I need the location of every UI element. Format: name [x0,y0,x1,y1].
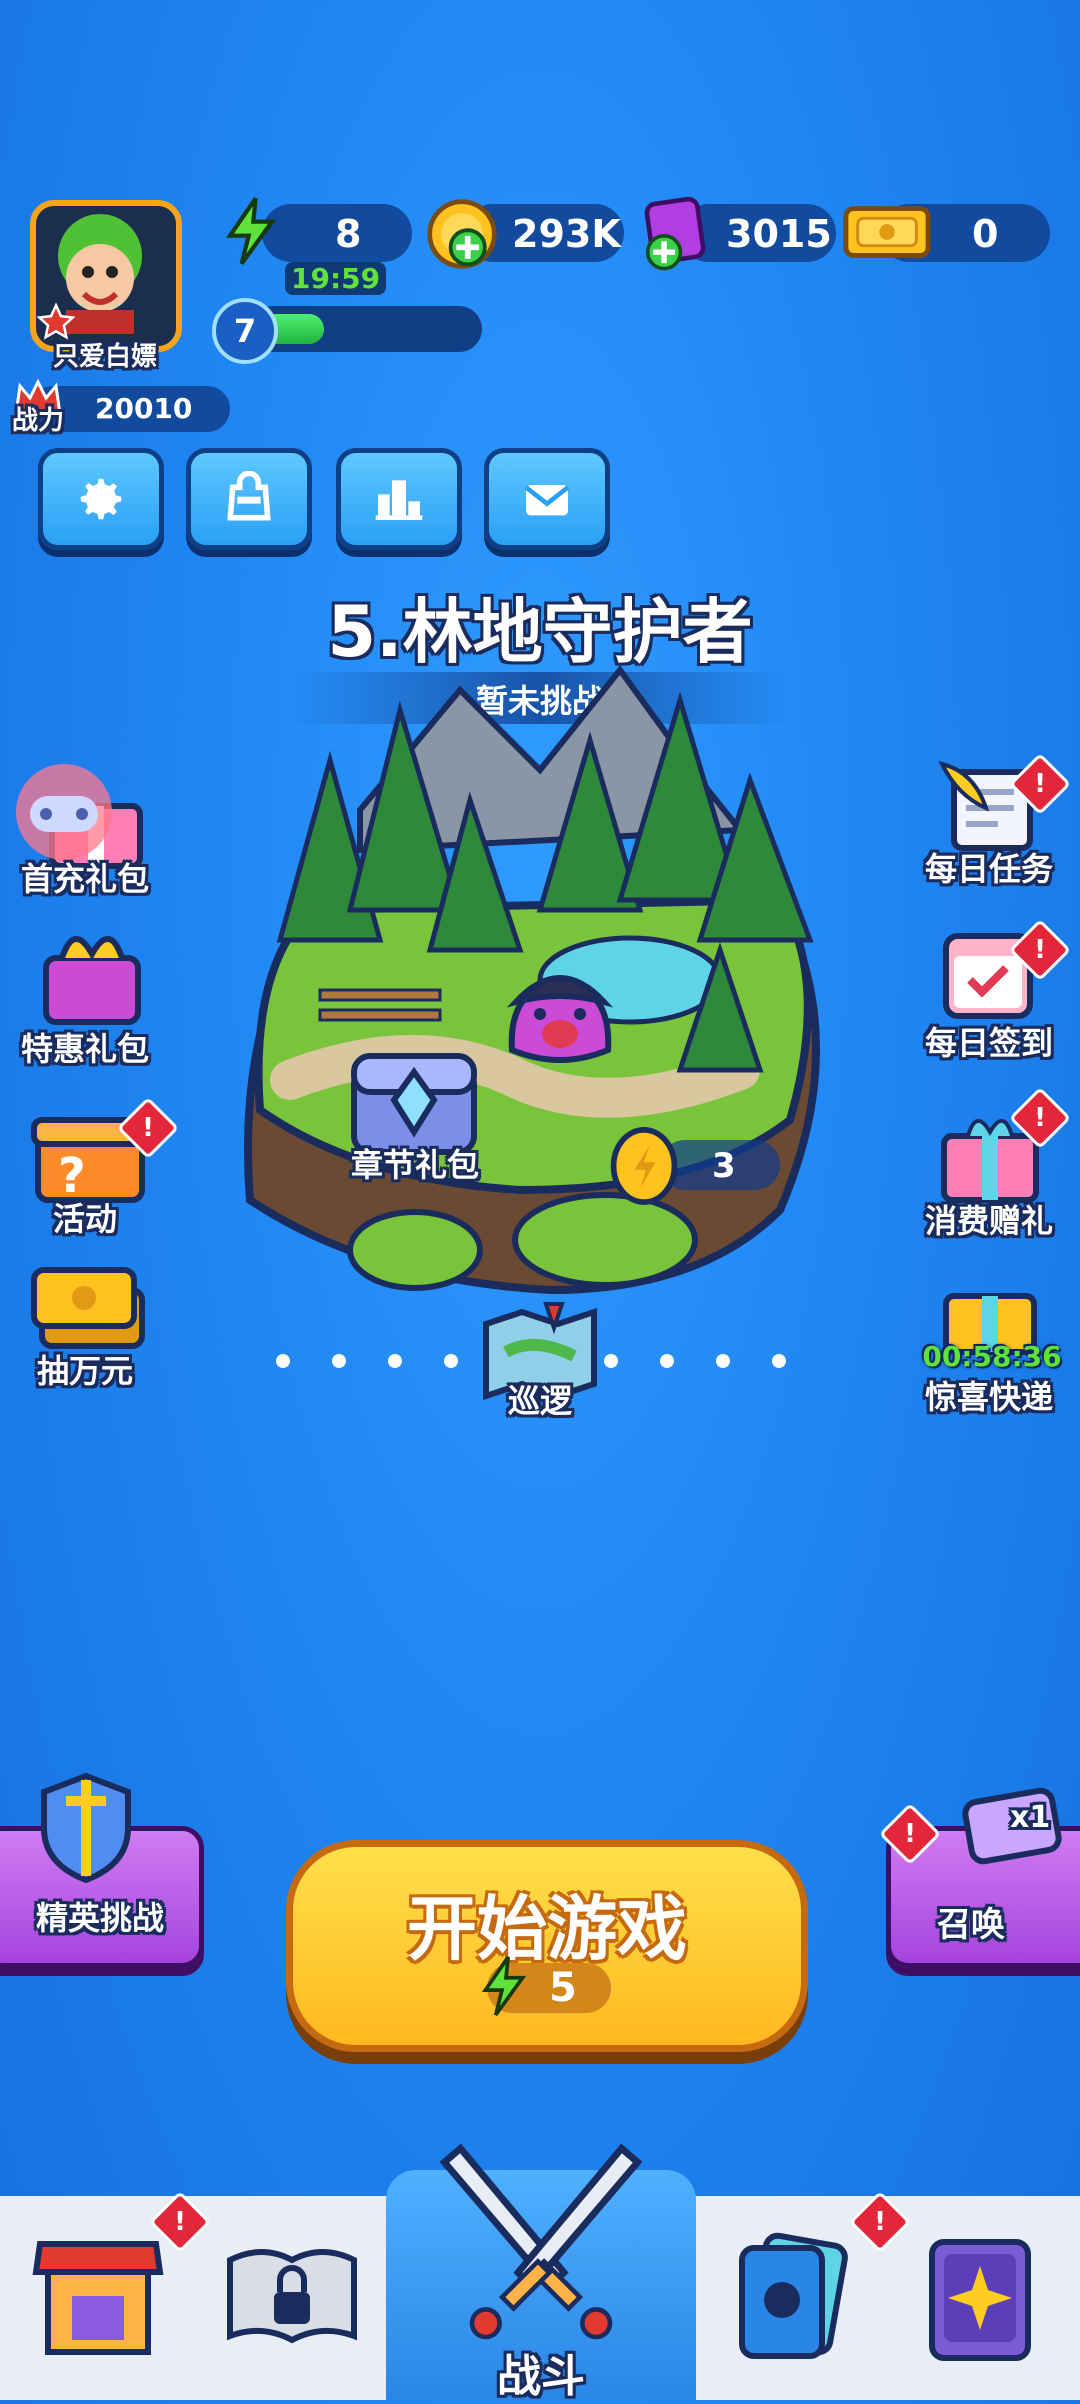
gear-icon [80,478,122,520]
start-game-button[interactable]: 开始游戏 5 [286,1840,808,2052]
ranking-button[interactable] [336,448,462,550]
elite-challenge-label: 精英挑战 [35,1899,164,1937]
slime-enemy-icon[interactable] [500,950,620,1080]
nav-locked-tab[interactable] [196,2196,386,2400]
lightning-icon [481,1956,527,2017]
lottery-label: 抽万元 [36,1352,133,1390]
power-value: 20010 [95,392,193,425]
ticket-icon [843,206,931,258]
energy-value: 8 [335,212,362,256]
stage-dot [444,1354,458,1368]
bag-button[interactable] [186,448,312,550]
stage-dot [276,1354,290,1368]
mail-button[interactable] [484,448,610,550]
stage-dot [716,1354,730,1368]
first-recharge-pack-label: 首充礼包 [20,860,149,898]
shop-icon [32,2241,164,2355]
stage-dot [772,1354,786,1368]
coin-value: 293K [512,212,621,256]
events-label: 活动 [52,1200,117,1238]
stage-dot [388,1354,402,1368]
mail-icon [524,485,570,516]
daily-tasks-label: 每日任务 [924,850,1053,888]
nav-battle-label: 战斗 [497,2351,585,2402]
ranking-icon [375,480,423,520]
lightning-icon [226,197,277,265]
summon-label: 召唤 [937,1905,1005,1945]
surprise-delivery-label: 惊喜快递 [924,1378,1053,1416]
special-offer-pack-button[interactable]: 特惠礼包 [0,918,170,1068]
crossed-swords-icon [439,2143,643,2340]
chapter-chest-label: 章节礼包 [350,1146,479,1184]
stage-dot [660,1354,674,1368]
ticket-value: 0 [972,212,999,256]
gem-value: 3015 [726,212,832,256]
start-cost-value: 5 [549,1965,577,2011]
surprise-delivery-timer: 00:58:36 [922,1340,1062,1373]
first-recharge-pack-button[interactable]: 首充礼包 [0,760,170,900]
gamepad-icon[interactable] [10,764,120,860]
shield-sword-icon [41,1772,131,1884]
nav-spellbook-tab[interactable] [892,2196,1080,2400]
daily-checkin-label: 每日签到 [924,1024,1053,1062]
summon-badge: x1 [1010,1800,1051,1835]
stage-dot [604,1354,618,1368]
spend-reward-label: 消费赠礼 [924,1202,1053,1240]
gold-coin-icon [610,1127,678,1205]
cards-icon [739,2232,848,2359]
special-offer-pack-label: 特惠礼包 [20,1030,149,1068]
gem-plus-icon[interactable] [638,194,712,274]
player-name: 只爱白嫖 [52,342,157,372]
locked-book-icon [227,2249,357,2344]
settings-button[interactable] [38,448,164,550]
spellbook-icon [929,2239,1031,2361]
level-badge: 7 [212,298,278,364]
nav-battle-tab[interactable]: 战斗 [386,2143,696,2402]
gift-bag-icon [43,936,141,1025]
energy-timer: 19:59 [285,262,387,295]
coin-plus-icon[interactable] [424,196,500,272]
patrol-label[interactable]: 巡逻 [480,1376,600,1422]
start-game-label: 开始游戏 [407,1888,687,1970]
stage-dot [332,1354,346,1368]
bag-icon [227,471,271,521]
coin-reward-value: 3 [712,1146,736,1186]
lottery-button[interactable]: 抽万元 [0,1258,170,1398]
surprise-delivery-button[interactable]: 00:58:36 惊喜快递 [904,1268,1080,1416]
level-number: 7 [233,312,257,350]
ticket-stack-icon [31,1267,145,1349]
power-label: 战力 [12,406,65,436]
